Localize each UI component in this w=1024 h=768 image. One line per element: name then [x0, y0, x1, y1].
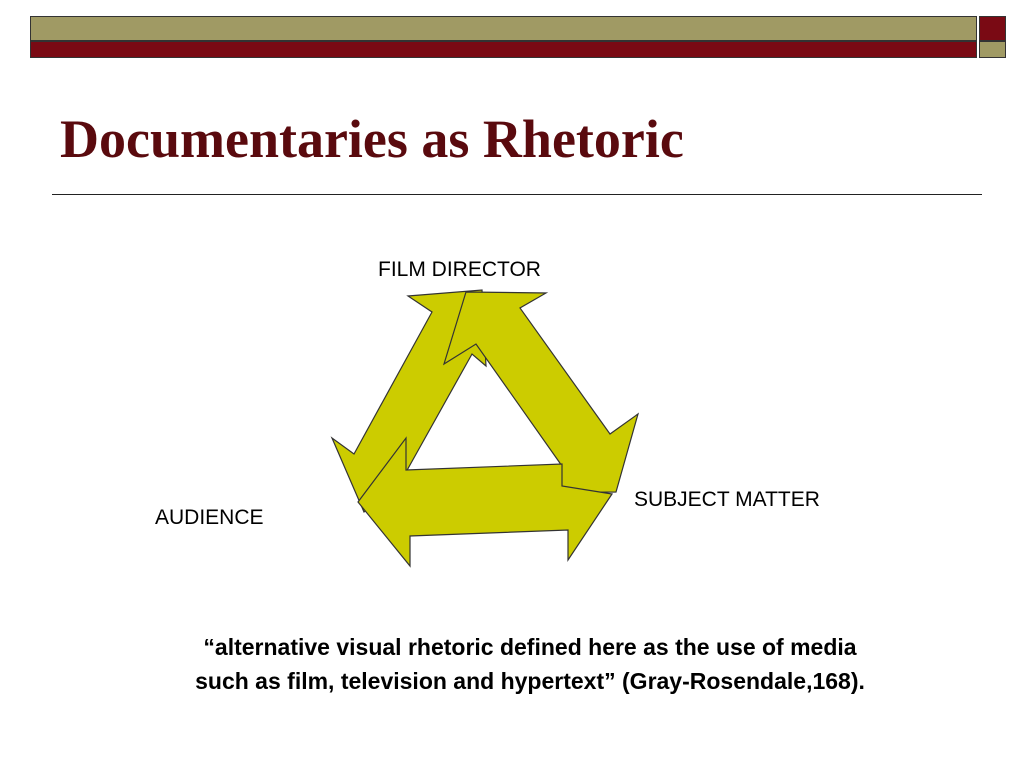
node-label-subject-matter: SUBJECT MATTER [634, 488, 820, 511]
quote-block: “alternative visual rhetoric defined her… [80, 630, 980, 698]
node-label-film-director: FILM DIRECTOR [378, 258, 541, 281]
quote-line-2: such as film, television and hypertext” … [195, 668, 865, 694]
quote-line-1: “alternative visual rhetoric defined her… [203, 634, 857, 660]
node-label-audience: AUDIENCE [155, 506, 264, 529]
arrow-director-to-subject [442, 291, 640, 494]
